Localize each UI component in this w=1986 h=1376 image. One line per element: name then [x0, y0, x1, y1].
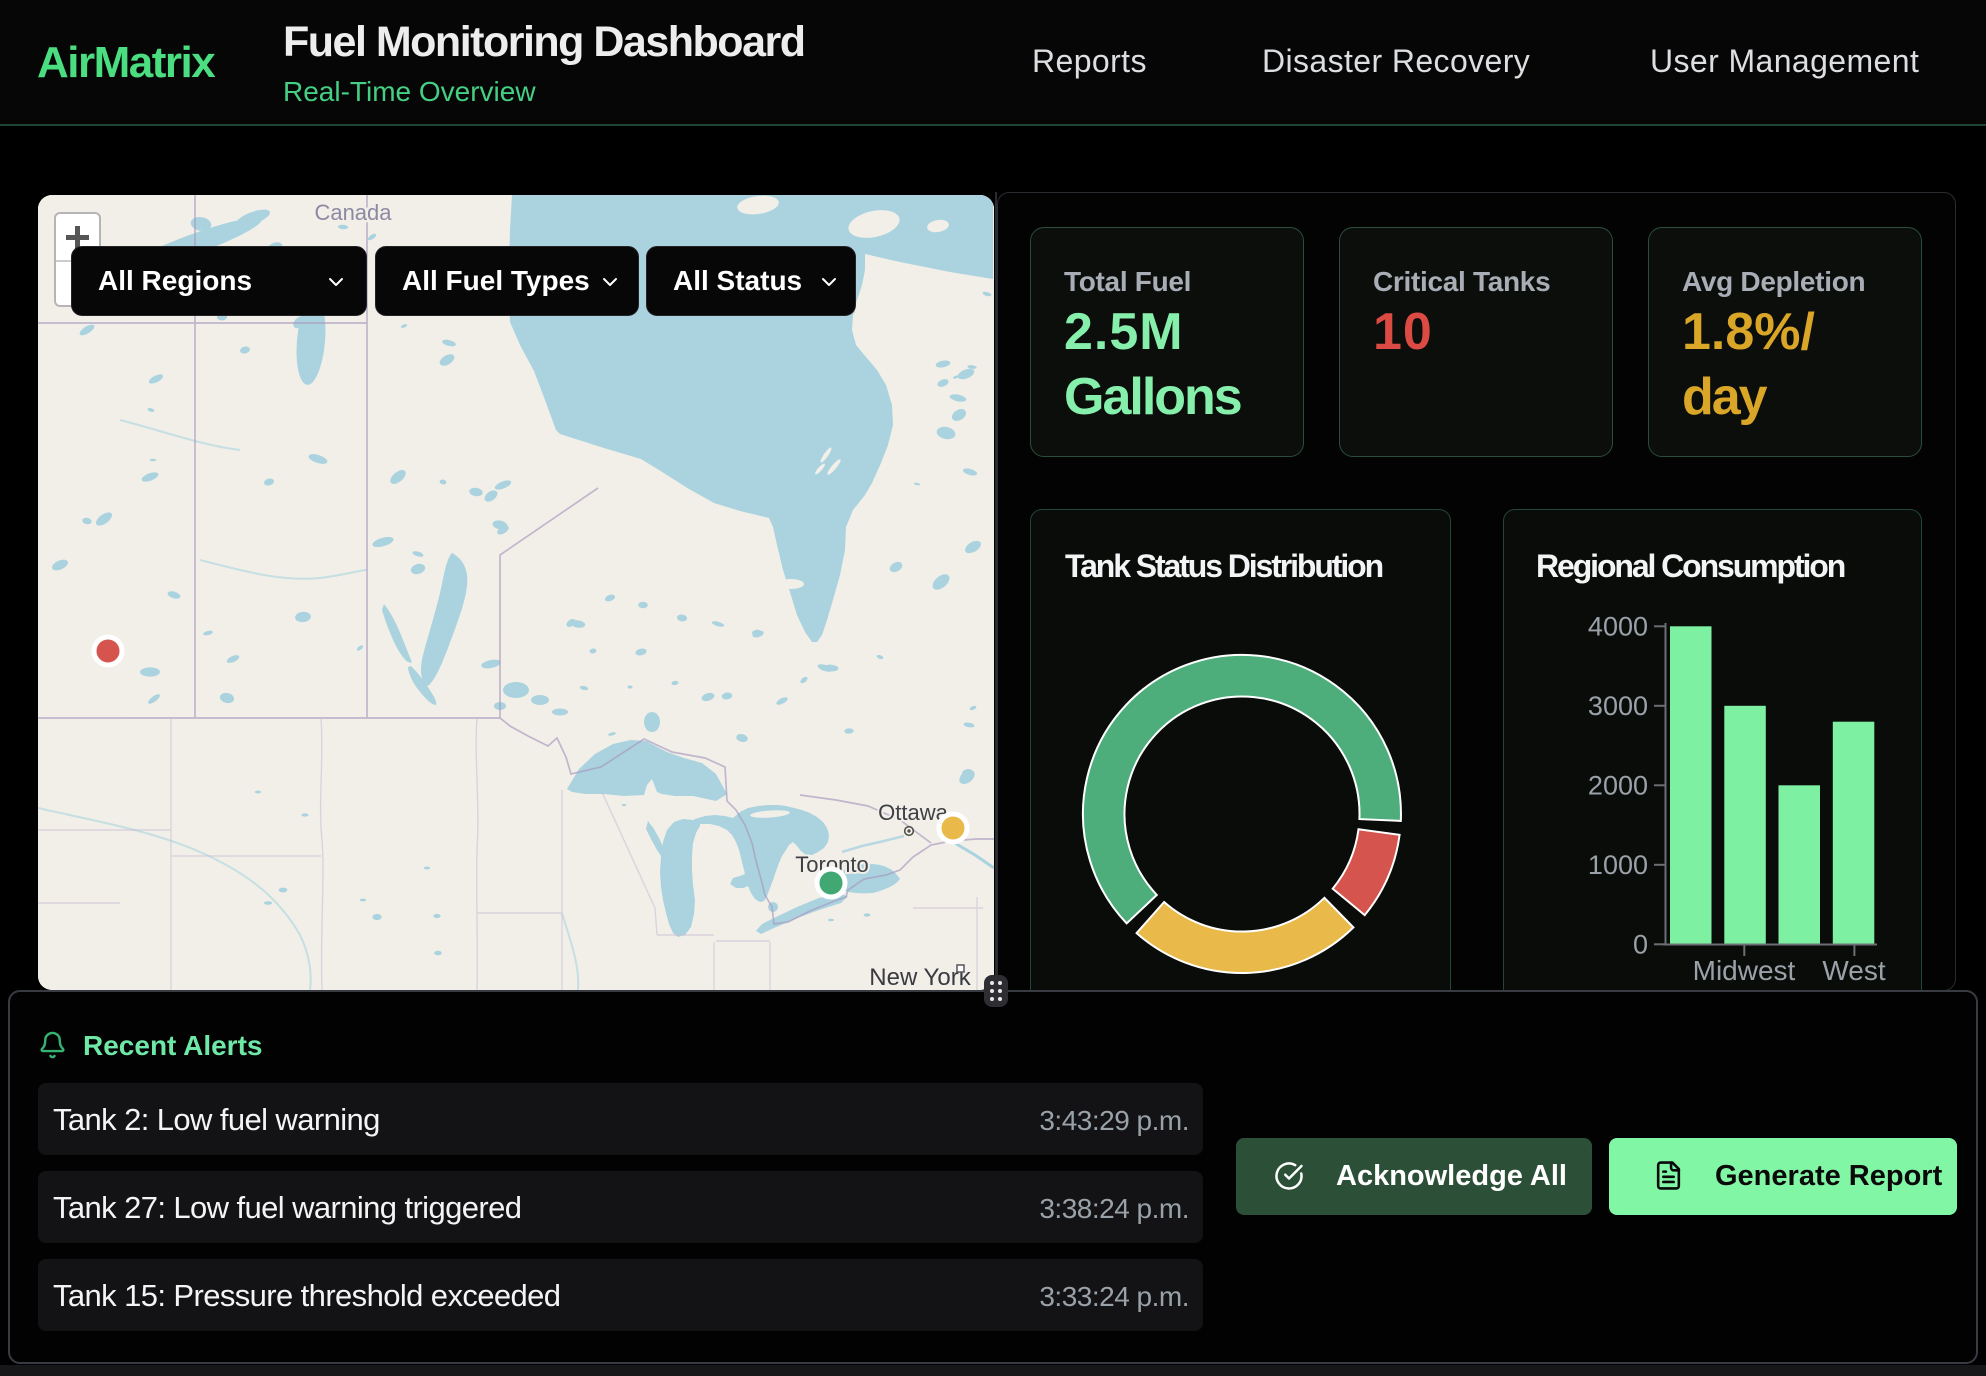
svg-text:3000: 3000	[1588, 691, 1648, 721]
svg-text:Midwest: Midwest	[1693, 955, 1796, 986]
svg-text:0: 0	[1633, 930, 1648, 960]
svg-text:2000: 2000	[1588, 771, 1648, 801]
svg-text:West: West	[1822, 955, 1885, 986]
svg-text:Canada: Canada	[314, 200, 392, 225]
svg-text:4000: 4000	[1588, 612, 1648, 642]
svg-text:1000: 1000	[1588, 850, 1648, 880]
